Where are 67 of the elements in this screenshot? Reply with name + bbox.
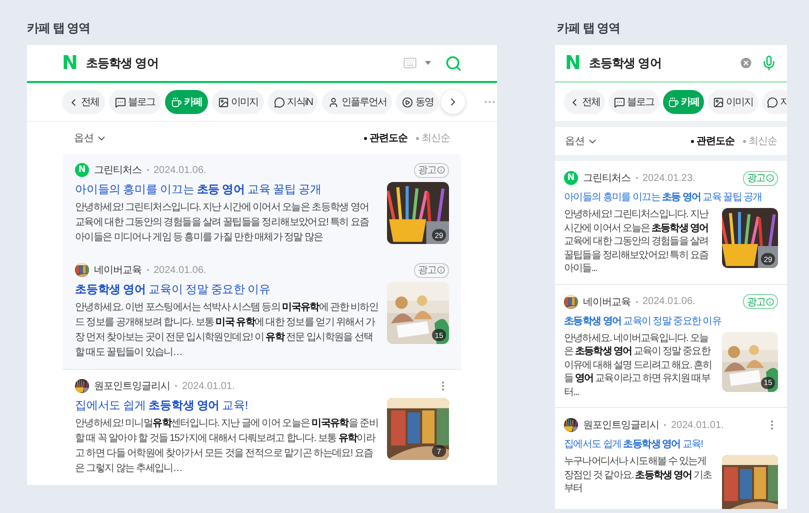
search-icon[interactable] [445,54,462,72]
keyboard-icon[interactable] [403,56,417,70]
sort-option[interactable]: 관련도순 [690,134,734,148]
separator-dot [175,385,177,387]
post-date: 2024.01.06. [642,296,696,307]
speech-bubble-icon [274,96,285,108]
source-logo: N [564,171,578,185]
post-date: 2024.01.06. [154,164,208,176]
source-name[interactable]: 원포인트잉글리시 [583,418,659,432]
separator-dot [636,177,638,179]
tab[interactable]: 지식iN [268,90,318,114]
image-icon [218,96,229,108]
section-label: 카페 탭 영역 [557,20,622,37]
tab[interactable]: 이미지 [212,90,264,114]
result-snippet: 안녕하세요. 네이버교육입니다. 오늘은 초등학생 영어 교육이 정말 중요한 이유에 대해 설명 드리려고 해요. 흔히들 영어 교육이라고 하면 유치원 때부터... [564,332,713,399]
play-icon [402,96,414,108]
tab[interactable]: 동영 [396,90,440,114]
result-title[interactable]: 아이들의 흥미를 이끄는 초등 영어 교육 꿀팁 공개 [564,190,778,204]
ad-badge[interactable]: 광고 [414,162,449,178]
person-icon [328,96,340,108]
tab[interactable]: 블로그 [609,90,659,114]
caret-icon[interactable] [425,61,431,65]
source-logo: N [75,163,89,177]
tab[interactable]: 전체 [564,90,605,114]
post-date: 2024.01.01. [671,420,725,430]
result-title[interactable]: 집에서도 쉽게 초등학생 영어 교육! [564,437,778,451]
options-button[interactable]: 옵션 [565,134,598,148]
source-name[interactable]: 원포인트잉글리시 [94,379,170,393]
post-date: 2024.01.06. [154,264,208,276]
microphone-icon[interactable] [761,55,777,71]
options-button[interactable]: 옵션 [74,131,107,145]
tab[interactable]: 전체 [62,90,105,114]
separator-dot [664,424,666,426]
cup-icon [668,96,679,108]
search-query[interactable]: 초등학생 영어 [86,54,395,72]
result-snippet: 안녕하세요. 이번 포스팅에서는 석박사 시스템 등의 미국유학에 관한 비하인드 정보를 공개해보려 합니다. 보통 미국 유학에 대한 정보를 얻기 위해서 가장 먼저 찾아보는 곳이 전문 입시학원인데요! 이 유학 전문 입시학원을 선택할 때도 꿀팁들이 있습니… [75,301,379,360]
speech-bubble-icon [614,96,625,108]
sort-option[interactable]: 관련도순 [364,131,408,145]
result-snippet: 누구나어디서나 시도해볼 수 있는게 장점인 것 같아요. 초등학생 영어 기초부터 [564,455,713,496]
next-button[interactable] [441,90,466,114]
post-date: 2024.01.01. [182,380,236,392]
speech-bubble-icon [767,96,778,108]
separator-dot [636,300,638,302]
separator-dot [146,269,148,271]
tab[interactable]: 인플루언서 [322,90,392,114]
result-title[interactable]: 집에서도 쉽게 초등학생 영어 교육! [75,398,379,413]
source-name[interactable]: 그린티처스 [94,163,142,177]
search-query[interactable]: 초등학생 영어 [588,54,731,72]
clear-icon[interactable] [739,56,753,70]
section-label: 카페 탭 영역 [27,20,92,37]
image-icon [713,96,724,108]
source-name[interactable]: 그린티처스 [583,171,630,185]
result-title[interactable]: 초등학생 영어 교육이 정말 중요한 이유 [75,282,379,297]
speech-bubble-icon [115,96,126,108]
source-name[interactable]: 네이버교육 [94,263,142,277]
post-date: 2024.01.23. [642,172,696,184]
result-snippet: 안녕하세요! 그린티처스입니다. 지난 시간에 이어서 오늘은 초등학생 영어 교육에 대한 그동안의 경험들을 살려 꿀팁들을 정리해보았어요! 특히 요즘 아이들... [564,208,710,276]
tab[interactable]: 블로그 [109,90,161,114]
ad-badge[interactable]: 광고 [414,262,449,278]
tab[interactable]: 이미지 [708,90,758,114]
result-snippet: 안녕하세요! 미니멀유학센터입니다. 지난 글에 이어 오늘은 미국유학을 준비할 때 꼭 알아야 할 것들 15가지에 대해서 다뤄보려고 합니다. 보통 유학이라고 하면 다들 어학원에 찾아가서 모든 것을 전적으로 맡기곤 하는데요! 요즘은 그렇지 않는 추세입니… [75,417,379,476]
source-name[interactable]: 네이버교육 [583,294,630,308]
result-snippet: 안녕하세요! 그린티처스입니다. 지난 시간에 이어서 오늘은 초등학생 영어 교육에 대한 그동안의 경험들을 살려 꿀팁들을 정리해보았어요! 특히 요즘 아이들은 미디어나 게임 등 흥미를 가질 만한 매체가 정말 많은 [75,201,370,245]
cup-icon [171,96,182,108]
result-title[interactable]: 아이들의 흥미를 이끄는 초등 영어 교육 꿀팁 공개 [75,182,379,197]
separator-dot [146,169,148,171]
result-title[interactable]: 초등학생 영어 교육이 정말 중요한 이유 [564,314,778,328]
